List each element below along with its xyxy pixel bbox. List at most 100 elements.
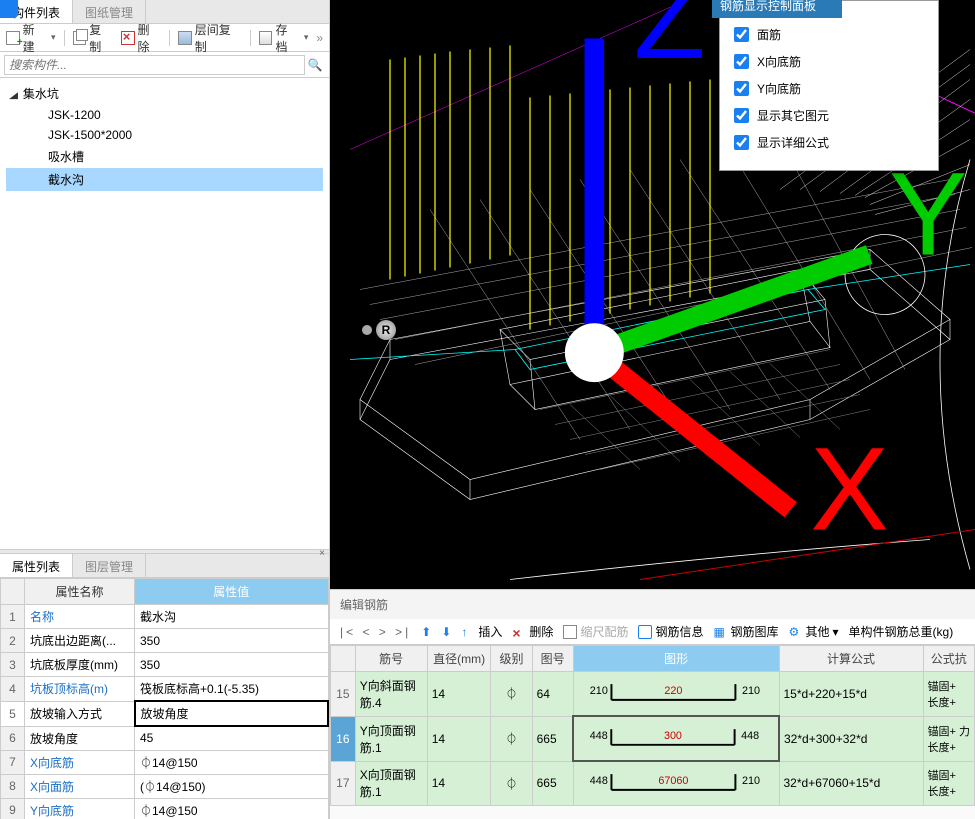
col-grade: 级别 [491,646,532,672]
import-button[interactable]: ⬆ [421,625,431,639]
display-option[interactable]: 显示详细公式 [734,129,924,156]
search-icon[interactable]: 🔍 [305,58,325,72]
prop-key[interactable]: 坑板顶标高(m) [25,677,135,702]
layer-icon [178,31,192,45]
3d-viewport[interactable]: R Z Y X 钢筋显示控制面板 面筋X向底筋Y向底筋显示其它图元显示详细公式 [330,0,975,589]
row-num[interactable]: 15 [331,672,356,717]
new-button[interactable]: 新建▾ [6,21,56,55]
checkbox[interactable] [734,27,749,42]
rebar-grade[interactable]: ⏀ [491,761,532,806]
prop-value[interactable]: 350 [135,653,329,677]
prop-value[interactable]: ⏀14@150 [135,798,329,819]
tree-item-selected[interactable]: 截水沟 [6,168,323,191]
rebar-formula[interactable]: 32*d+67060+15*d [779,761,923,806]
search-input[interactable] [4,55,305,75]
display-option[interactable]: 显示其它图元 [734,102,924,129]
archive-button[interactable]: 存档▾ [259,21,309,55]
splitter[interactable]: × [0,549,329,554]
insert-icon [461,625,475,639]
rebar-dia[interactable]: 14 [427,761,491,806]
prop-key[interactable]: 坑底板厚度(mm) [25,653,135,677]
checkbox[interactable] [734,54,749,69]
prop-key[interactable]: 放坡输入方式 [25,701,135,726]
rebar-shape[interactable]: 448 300 448 [573,716,779,761]
property-table: 属性名称 属性值 1 名称 截水沟2 坑底出边距离(... 3503 坑底板厚度… [0,578,329,819]
display-option[interactable]: X向底筋 [734,48,924,75]
col-dia: 直径(mm) [427,646,491,672]
rebar-shape[interactable]: 448 67060 210 [573,761,779,806]
app-corner [0,0,18,18]
rebar-table: 筋号 直径(mm) 级别 图号 图形 计算公式 公式抗 15 Y向斜面钢筋.4 … [330,645,975,819]
rebar-formula[interactable]: 15*d+220+15*d [779,672,923,717]
prop-key[interactable]: X向底筋 [25,750,135,774]
row-num[interactable]: 16 [331,716,356,761]
prop-key[interactable]: 名称 [25,605,135,629]
rebar-id[interactable]: Y向斜面钢筋.4 [355,672,427,717]
row-num: 5 [1,701,25,726]
rebar-fig[interactable]: 665 [532,716,573,761]
tab-layer-mgmt[interactable]: 图层管理 [73,554,146,577]
component-tree: 集水坑 JSK-1200 JSK-1500*2000 吸水槽 截水沟 [0,78,329,549]
tree-item[interactable]: 吸水槽 [6,145,323,168]
chevron-down-icon: ▾ [51,32,56,43]
scale-button[interactable]: 缩尺配筋 [563,623,628,640]
copy-button[interactable]: 复制 [73,21,113,55]
rebar-dia[interactable]: 14 [427,716,491,761]
display-option[interactable]: Y向底筋 [734,75,924,102]
svg-text:210: 210 [742,775,760,787]
delete-rebar-button[interactable]: 删除 [512,623,553,640]
prop-value[interactable]: 45 [135,726,329,750]
prop-value[interactable]: 截水沟 [135,605,329,629]
close-icon[interactable]: × [319,548,325,559]
rebar-grade[interactable]: ⏀ [491,716,532,761]
row-num: 4 [1,677,25,702]
row-num[interactable]: 17 [331,761,356,806]
prop-key[interactable]: 坑底出边距离(... [25,629,135,653]
display-option[interactable]: 面筋 [734,21,924,48]
rebar-info-button[interactable]: 钢筋信息 [638,623,703,640]
rebar-fx: 锚固+ 长度+ [923,672,974,717]
rebar-lib-button[interactable]: 钢筋图库 [713,623,778,640]
chevron-down-icon: ▾ [304,32,309,43]
rebar-fx: 锚固+ 长度+ [923,761,974,806]
other-button[interactable]: 其他▾ [788,623,838,640]
col-shape: 图形 [573,646,779,672]
checkbox[interactable] [734,108,749,123]
component-toolbar: 新建▾ 复制 删除 层间复制 存档▾ » [0,24,329,52]
svg-text:210: 210 [590,685,608,697]
insert-button[interactable]: 插入 [461,623,502,640]
prop-value[interactable]: 350 [135,629,329,653]
rebar-toolbar: |< < > >| ⬆ ⬇ 插入 删除 缩尺配筋 钢筋信息 钢筋图库 其他▾ 单… [330,619,975,645]
prop-value[interactable]: ⏀14@150 [135,750,329,774]
rebar-fig[interactable]: 64 [532,672,573,717]
prop-key[interactable]: 放坡角度 [25,726,135,750]
rebar-id[interactable]: Y向顶面钢筋.1 [355,716,427,761]
export-button[interactable]: ⬇ [441,625,451,639]
float-panel-title: 钢筋显示控制面板 [712,0,842,18]
rebar-grade[interactable]: ⏀ [491,672,532,717]
rebar-formula[interactable]: 32*d+300+32*d [779,716,923,761]
layer-copy-button[interactable]: 层间复制 [178,21,242,55]
rebar-dia[interactable]: 14 [427,672,491,717]
rebar-display-panel[interactable]: 钢筋显示控制面板 面筋X向底筋Y向底筋显示其它图元显示详细公式 [719,0,939,171]
checkbox[interactable] [734,135,749,150]
row-num: 3 [1,653,25,677]
rebar-fig[interactable]: 665 [532,761,573,806]
prop-tabs: 属性列表 图层管理 [0,554,329,578]
prop-value[interactable]: 筏板底标高+0.1(-5.35) [135,677,329,702]
svg-text:220: 220 [664,685,682,697]
prop-value[interactable]: 放坡角度 [135,701,329,726]
delete-button[interactable]: 删除 [121,21,161,55]
checkbox[interactable] [734,81,749,96]
prop-value[interactable]: (⏀14@150) [135,774,329,798]
rebar-id[interactable]: X向顶面钢筋.1 [355,761,427,806]
nav-buttons[interactable]: |< < > >| [340,625,411,639]
tree-item[interactable]: JSK-1500*2000 [6,125,323,145]
tab-properties[interactable]: 属性列表 [0,554,73,577]
tree-item[interactable]: JSK-1200 [6,105,323,125]
rebar-shape[interactable]: 210 220 210 [573,672,779,717]
tree-root[interactable]: 集水坑 [6,82,323,105]
prop-key[interactable]: X向面筋 [25,774,135,798]
scale-icon [563,625,577,639]
prop-key[interactable]: Y向底筋 [25,798,135,819]
